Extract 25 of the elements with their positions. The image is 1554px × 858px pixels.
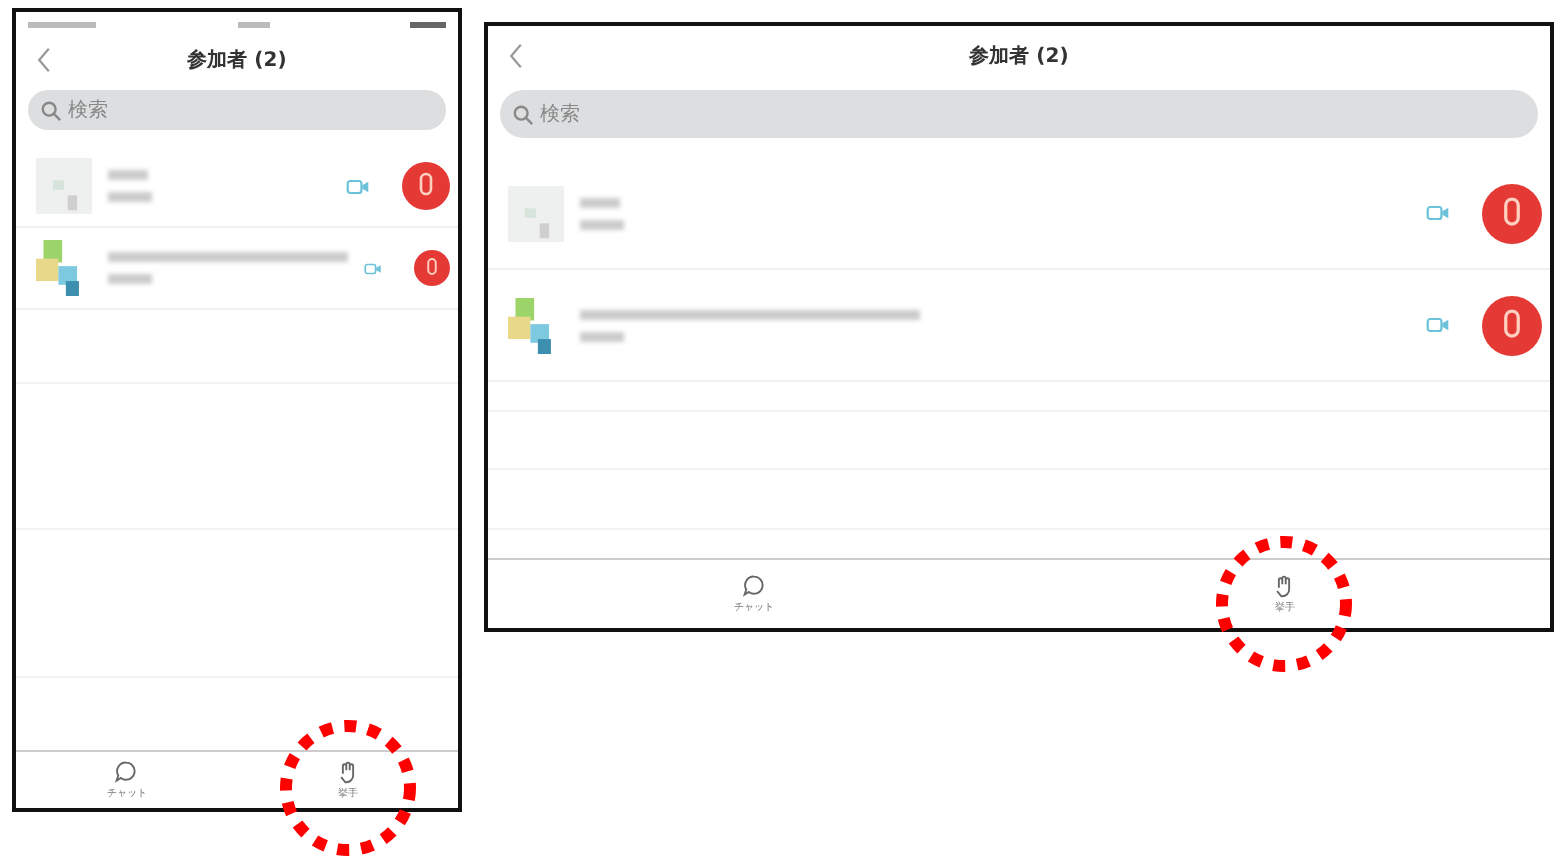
speech-bubble-icon: [114, 760, 139, 784]
search-field[interactable]: 検索: [500, 90, 1538, 138]
hand-icon: [335, 760, 360, 784]
speech-bubble-icon: [741, 574, 766, 598]
video-camera-icon[interactable]: [346, 177, 370, 195]
avatar-icon: [36, 158, 92, 214]
video-camera-icon[interactable]: [1426, 316, 1450, 334]
microphone-button[interactable]: [1482, 295, 1542, 355]
highlight-circle: [1214, 534, 1355, 674]
back-icon[interactable]: [508, 42, 524, 70]
blurred-name: [108, 170, 152, 202]
screen-title: 参加者 (2): [969, 43, 1069, 70]
search-field[interactable]: 検索: [28, 90, 446, 130]
search-icon: [40, 99, 62, 121]
microphone-button[interactable]: [414, 244, 450, 292]
screen-title: 参加者 (2): [187, 47, 287, 74]
microphone-button[interactable]: [1482, 183, 1542, 243]
back-icon[interactable]: [36, 46, 52, 74]
highlight-circle: [277, 718, 418, 858]
blurred-name: [580, 197, 624, 229]
avatar-icon: [508, 185, 564, 241]
video-camera-icon[interactable]: [364, 259, 382, 277]
microphone-button[interactable]: [402, 162, 450, 210]
video-camera-icon[interactable]: [1426, 204, 1450, 222]
search-icon: [512, 103, 534, 125]
